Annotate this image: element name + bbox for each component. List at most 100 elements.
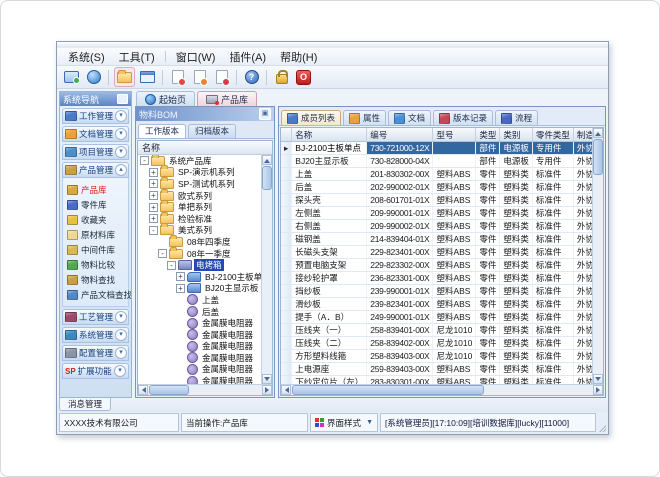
table-row[interactable]: 挡纱板239-990001-01X塑料ABS零件塑料类标准件外协条 bbox=[281, 285, 592, 298]
tree-horizontal-scrollbar[interactable] bbox=[138, 384, 272, 395]
scroll-right-icon[interactable] bbox=[593, 385, 603, 395]
tree-item-金属膜电阻器[interactable]: 金属膜电阻器 bbox=[138, 341, 261, 353]
table-row[interactable]: 滑纱板239-823401-00X塑料ABS零件塑料类标准件外协条 bbox=[281, 298, 592, 311]
resize-grip[interactable] bbox=[598, 413, 606, 432]
collapse-icon[interactable]: - bbox=[140, 156, 149, 165]
tree-item-单把系列[interactable]: +单把系列 bbox=[138, 201, 261, 213]
table-row[interactable]: 下纱定位片（左）283-830301-00X塑料ABS零件塑料类标准件外协条 bbox=[281, 376, 592, 385]
sidebar-item-物料查找[interactable]: 物料查找 bbox=[67, 272, 128, 287]
table-row[interactable]: 磁钢盖214-839404-01X塑料ABS零件塑料类标准件外协条 bbox=[281, 233, 592, 246]
expand-icon[interactable]: + bbox=[149, 179, 158, 188]
menu-item-2[interactable]: 工具(T) bbox=[112, 48, 162, 66]
doc-tab-product-library[interactable]: 产品库 bbox=[197, 91, 257, 106]
sidebar-item-产品文档查找[interactable]: 产品文档查找 bbox=[67, 287, 128, 302]
open-library-folder-button[interactable] bbox=[114, 67, 135, 87]
scroll-down-icon[interactable] bbox=[262, 374, 272, 384]
collapse-icon[interactable]: - bbox=[158, 249, 167, 258]
tree-vertical-scrollbar[interactable] bbox=[261, 155, 272, 384]
sidebar-item-中间件库[interactable]: 中间件库 bbox=[67, 242, 128, 257]
tree-column-header[interactable]: 名称 bbox=[138, 141, 272, 155]
tree-item-BJ20主显示板[interactable]: +BJ20主显示板 bbox=[138, 283, 261, 295]
chevron-down-icon[interactable]: ▾ bbox=[115, 347, 127, 359]
interface-style-selector[interactable]: 界面样式 ▼ bbox=[310, 413, 378, 432]
scroll-up-icon[interactable] bbox=[593, 128, 603, 138]
table-horizontal-scrollbar[interactable] bbox=[281, 384, 603, 395]
bom-tab-工作版本[interactable]: 工作版本 bbox=[138, 124, 186, 138]
table-row[interactable]: 预置电脑支架229-823302-00X塑料ABS零件塑料类标准件外协条 bbox=[281, 259, 592, 272]
exit-button[interactable]: O bbox=[294, 68, 313, 86]
sidebar-group-项目管理[interactable]: 项目管理▾ bbox=[62, 144, 129, 160]
tree-item-金属膜电阻器[interactable]: 金属膜电阻器 bbox=[138, 375, 261, 384]
tree-item-金属膜电阻器[interactable]: 金属膜电阻器 bbox=[138, 329, 261, 341]
tree-item-金属膜电阻器[interactable]: 金属膜电阻器 bbox=[138, 364, 261, 376]
column-header-型号[interactable]: 型号 bbox=[433, 128, 476, 142]
report-page-orange-button[interactable] bbox=[190, 68, 209, 86]
tree-item-后盖[interactable]: 后盖 bbox=[138, 306, 261, 318]
report-page-mark-button[interactable] bbox=[212, 68, 231, 86]
expand-icon[interactable]: + bbox=[149, 214, 158, 223]
table-row[interactable]: 探头壳208-601701-01X塑料ABS零件塑料类标准件外协条 bbox=[281, 194, 592, 207]
menu-item-1[interactable]: 系统(S) bbox=[61, 48, 112, 66]
column-header-类别[interactable]: 类别 bbox=[500, 128, 533, 142]
tree-item-08年四季度[interactable]: 08年四季度 bbox=[138, 236, 261, 248]
bom-tab-归档版本[interactable]: 归档版本 bbox=[188, 124, 236, 138]
collapse-icon[interactable]: - bbox=[149, 226, 158, 235]
scroll-down-icon[interactable] bbox=[593, 374, 603, 384]
tree-item-08年一季度[interactable]: -08年一季度 bbox=[138, 248, 261, 260]
column-header-类型[interactable]: 类型 bbox=[476, 128, 500, 142]
table-row[interactable]: 方形塑料线箍258-839403-00X尼龙1010零件塑料类标准件外协条 bbox=[281, 350, 592, 363]
column-header-名称[interactable]: 名称 bbox=[292, 128, 367, 142]
help-button[interactable]: ? bbox=[242, 68, 261, 86]
column-header-编号[interactable]: 编号 bbox=[367, 128, 433, 142]
window-view-button[interactable] bbox=[138, 68, 157, 86]
sidebar-group-系统管理[interactable]: 系统管理▾ bbox=[62, 327, 129, 343]
expand-icon[interactable]: + bbox=[176, 272, 185, 281]
sidebar-group-配置管理[interactable]: 配置管理▾ bbox=[62, 345, 129, 361]
chevron-up-icon[interactable]: ▴ bbox=[115, 164, 127, 176]
message-management-tab[interactable]: 消息管理 bbox=[59, 398, 111, 411]
tree-item-检验标准[interactable]: +检验标准 bbox=[138, 213, 261, 225]
chevron-down-icon[interactable]: ▾ bbox=[115, 311, 127, 323]
tree-item-BJ-2100主板单点[interactable]: +BJ-2100主板单点 bbox=[138, 271, 261, 283]
column-header-零件类型[interactable]: 零件类型 bbox=[532, 128, 573, 142]
table-row[interactable]: 接纱轮护罩236-823301-00X塑料ABS零件塑料类标准件外协条 bbox=[281, 272, 592, 285]
table-row[interactable]: ▸BJ-2100主板单点730-721000-12X部件电源板专用件外协颗 bbox=[281, 142, 592, 155]
sidebar-group-扩展功能[interactable]: SP扩展功能▾ bbox=[62, 363, 129, 379]
tree-item-SP-演示机系列[interactable]: +SP-演示机系列 bbox=[138, 167, 261, 179]
sidebar-group-产品管理[interactable]: 产品管理▴ bbox=[62, 162, 129, 178]
detail-tab-流程[interactable]: 流程 bbox=[495, 110, 538, 125]
tree-item-欧式系列[interactable]: +欧式系列 bbox=[138, 190, 261, 202]
chevron-down-icon[interactable]: ▾ bbox=[114, 365, 126, 377]
tree-item-金属膜电阻器[interactable]: 金属膜电阻器 bbox=[138, 317, 261, 329]
menu-item-3[interactable]: 窗口(W) bbox=[169, 48, 223, 66]
table-row[interactable]: 压线夹（二）258-839402-00X尼龙1010零件塑料类标准件外协条 bbox=[281, 337, 592, 350]
table-vertical-scrollbar[interactable] bbox=[592, 128, 603, 384]
table-row[interactable]: 上电源座259-839403-00X塑料ABS零件塑料类标准件外协条 bbox=[281, 363, 592, 376]
table-row[interactable]: 右侧盖209-990002-01X塑料ABS零件塑料类标准件外协条 bbox=[281, 220, 592, 233]
sidebar-group-工作管理[interactable]: 工作管理▾ bbox=[62, 108, 129, 124]
column-header-制造方式[interactable]: 制造方式 bbox=[573, 128, 592, 142]
menu-item-5[interactable]: 帮助(H) bbox=[273, 48, 324, 66]
scroll-left-icon[interactable] bbox=[138, 385, 148, 395]
tree-item-美式系列[interactable]: -美式系列 bbox=[138, 225, 261, 237]
chevron-down-icon[interactable]: ▾ bbox=[115, 110, 127, 122]
tree-item-电烤箱[interactable]: -电烤箱 bbox=[138, 259, 261, 271]
tree-hscroll-thumb[interactable] bbox=[149, 385, 189, 395]
detail-tab-属性[interactable]: 属性 bbox=[343, 110, 386, 125]
scroll-left-icon[interactable] bbox=[281, 385, 291, 395]
detail-tab-成员列表[interactable]: 成员列表 bbox=[281, 110, 341, 125]
report-page-red-button[interactable] bbox=[168, 68, 187, 86]
doc-tab-start-page[interactable]: 起始页 bbox=[136, 91, 195, 106]
expand-icon[interactable]: + bbox=[149, 191, 158, 200]
expand-icon[interactable]: + bbox=[149, 168, 158, 177]
workspace-button[interactable] bbox=[62, 68, 81, 86]
table-row[interactable]: 后盖202-990002-01X塑料ABS零件塑料类标准件外协条 bbox=[281, 181, 592, 194]
table-hscroll-thumb[interactable] bbox=[292, 385, 484, 395]
table-row[interactable]: 左侧盖209-990001-01X塑料ABS零件塑料类标准件外协条 bbox=[281, 207, 592, 220]
tree-item-系统产品库[interactable]: -系统产品库 bbox=[138, 155, 261, 167]
sidebar-item-零件库[interactable]: 零件库 bbox=[67, 197, 128, 212]
chevron-down-icon[interactable]: ▾ bbox=[115, 128, 127, 140]
tree-item-金属膜电阻器[interactable]: 金属膜电阻器 bbox=[138, 352, 261, 364]
menu-item-4[interactable]: 插件(A) bbox=[222, 48, 273, 66]
tree-item-SP-测试机系列[interactable]: +SP-测试机系列 bbox=[138, 178, 261, 190]
